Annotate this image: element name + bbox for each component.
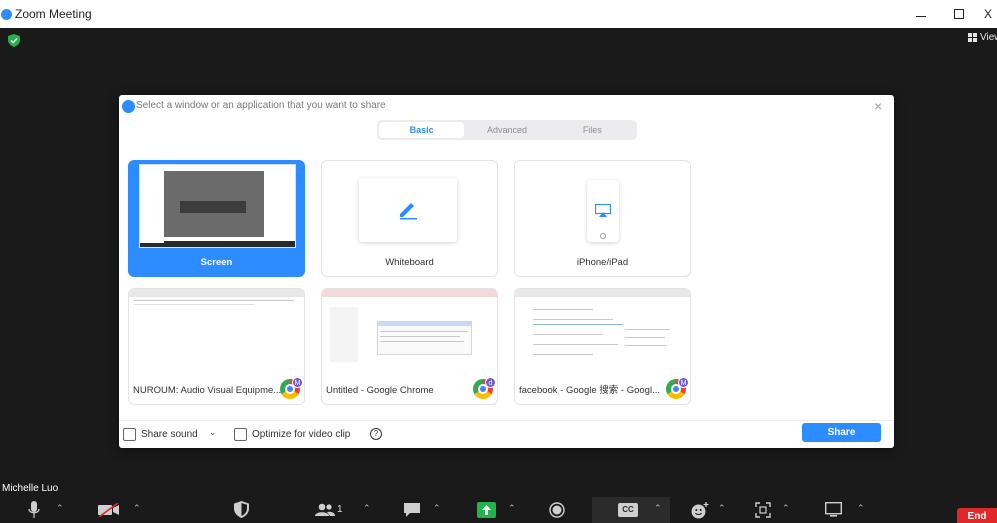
minimize-button[interactable] (908, 4, 934, 24)
share-tile-window[interactable]: NUROUM: Audio Visual Equipme... M (128, 288, 305, 405)
view-label: View (980, 32, 997, 43)
share-tabs: Basic Advanced Files (377, 120, 637, 140)
share-tile-window[interactable]: facebook - Google 搜索 - Googl... M (514, 288, 691, 405)
reactions-icon[interactable] (691, 502, 709, 523)
title-bar: Zoom Meeting X (0, 0, 997, 28)
audio-options-caret[interactable]: ⌃ (56, 503, 64, 514)
chat-options-caret[interactable]: ⌃ (433, 503, 441, 514)
airplay-icon (595, 204, 611, 217)
meeting-toolbar: ⌃ ⌃ 1 ⌃ ⌃ ⌃ CC ⌃ ⌃ ⌃ ⌃ (0, 497, 997, 523)
share-tile-window[interactable]: Untitled - Google Chrome d (321, 288, 498, 405)
pencil-icon (400, 203, 417, 220)
apps-options-caret[interactable]: ⌃ (782, 503, 790, 514)
window-title: Zoom Meeting (15, 7, 92, 21)
phone-card (587, 180, 619, 242)
zoom-logo-icon (1, 9, 12, 20)
end-meeting-button[interactable]: End (957, 508, 997, 523)
record-icon[interactable] (549, 502, 565, 523)
share-screen-icon[interactable] (477, 502, 496, 523)
captions-options-caret[interactable]: ⌃ (654, 503, 662, 514)
participant-name-label: Michelle Luo (2, 483, 59, 494)
tile-label-iphone-ipad: iPhone/iPad (576, 257, 629, 268)
tile-label-window: facebook - Google 搜索 - Googl... (519, 385, 660, 396)
reactions-options-caret[interactable]: ⌃ (718, 503, 726, 514)
dialog-close-button[interactable]: × (874, 98, 882, 114)
closed-captions-button[interactable]: CC (618, 503, 638, 517)
close-window-button[interactable]: X (975, 4, 997, 24)
share-screen-dialog: Select a window or an application that y… (119, 95, 894, 448)
profile-badge: d (485, 377, 496, 388)
tile-label-screen: Screen (200, 257, 233, 268)
share-options-caret[interactable]: ⌃ (508, 503, 516, 514)
tab-basic[interactable]: Basic (379, 122, 465, 138)
tile-label-window: Untitled - Google Chrome (326, 385, 434, 396)
optimize-video-label: Optimize for video clip (252, 429, 351, 440)
share-sound-checkbox[interactable] (123, 428, 136, 441)
share-button[interactable]: Share (802, 423, 881, 442)
dialog-title: Select a window or an application that y… (136, 100, 386, 111)
grid-icon (968, 33, 977, 42)
maximize-button[interactable] (945, 4, 971, 24)
apps-icon[interactable] (755, 502, 771, 523)
share-sound-label: Share sound (141, 429, 198, 440)
dialog-footer: Share sound ⌄ Optimize for video clip ? … (119, 420, 894, 448)
help-icon[interactable]: ? (370, 428, 382, 440)
profile-badge: M (292, 377, 303, 388)
window-thumbnail (322, 289, 497, 369)
security-icon[interactable] (234, 501, 249, 523)
chevron-down-icon[interactable]: ⌄ (209, 427, 217, 438)
tile-label-window: NUROUM: Audio Visual Equipme... (133, 385, 282, 396)
participants-icon[interactable] (315, 503, 335, 522)
share-tile-screen[interactable]: Screen (128, 160, 305, 277)
participants-count: 1 (337, 504, 343, 515)
zoom-logo-icon (122, 100, 135, 113)
chat-icon[interactable] (403, 502, 421, 523)
window-thumbnail (129, 289, 304, 369)
share-tile-whiteboard[interactable]: Whiteboard (321, 160, 498, 277)
participants-options-caret[interactable]: ⌃ (363, 503, 371, 514)
whiteboard-card (359, 178, 457, 242)
more-options-caret[interactable]: ⌃ (857, 503, 865, 514)
microphone-icon[interactable] (28, 501, 40, 523)
captions-group: CC ⌃ (592, 497, 670, 523)
share-tile-iphone-ipad[interactable]: iPhone/iPad (514, 160, 691, 277)
optimize-video-checkbox[interactable] (234, 428, 247, 441)
security-shield-icon[interactable] (8, 34, 20, 52)
tab-advanced[interactable]: Advanced (464, 122, 549, 138)
whiteboard-icon[interactable] (824, 501, 843, 522)
tab-files[interactable]: Files (550, 122, 635, 138)
tile-label-whiteboard: Whiteboard (385, 257, 434, 268)
video-off-icon[interactable] (98, 502, 120, 522)
screen-thumbnail (139, 164, 296, 248)
view-button[interactable]: View (968, 32, 997, 43)
profile-badge: M (678, 377, 689, 388)
video-options-caret[interactable]: ⌃ (133, 503, 141, 514)
window-thumbnail (515, 289, 690, 369)
